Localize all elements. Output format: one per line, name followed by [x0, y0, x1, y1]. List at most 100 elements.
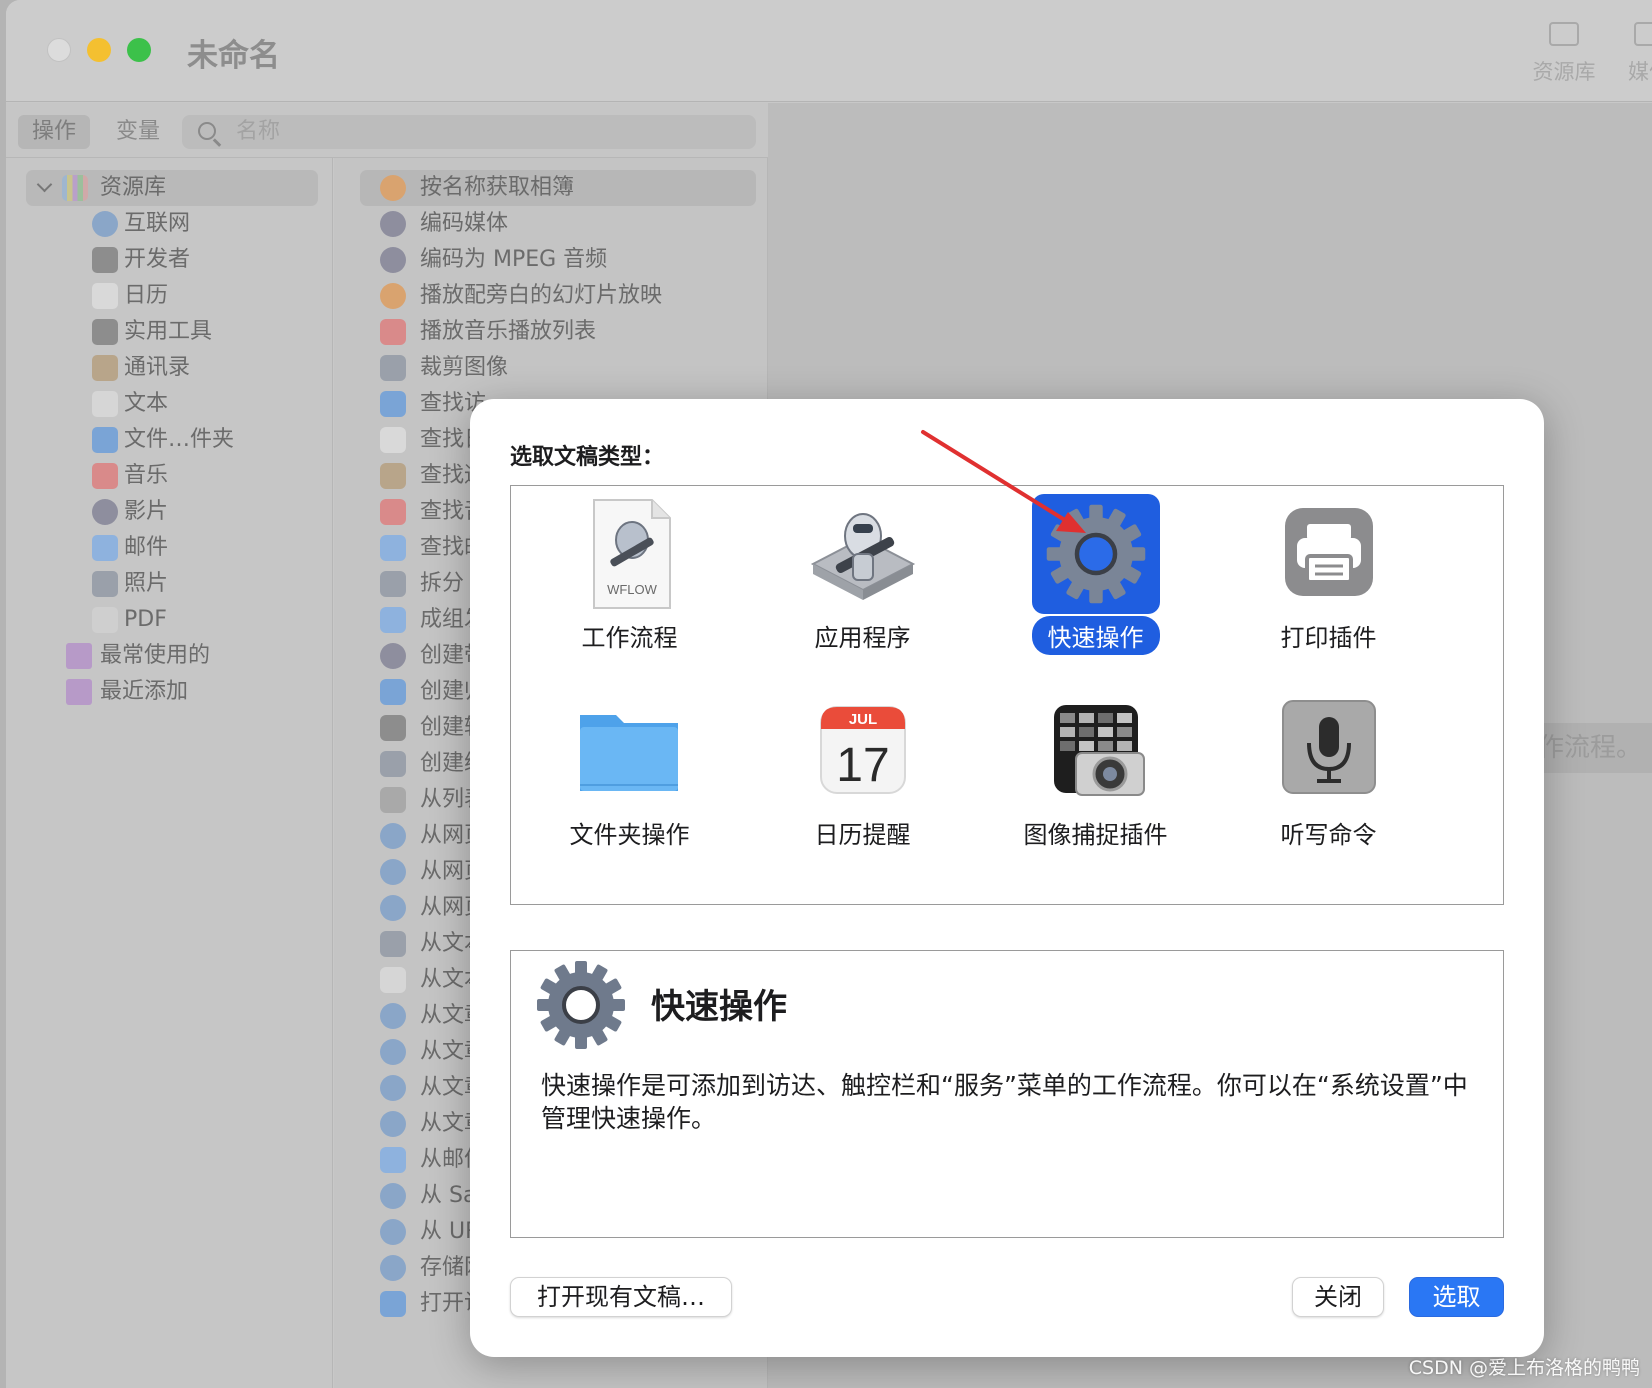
mail-icon	[92, 535, 118, 561]
sidebar-smart-group[interactable]: 最常使用的	[6, 638, 333, 674]
finder-icon	[380, 679, 406, 705]
library-sidebar: 资源库互联网开发者日历实用工具通讯录文本文件…件夹音乐影片邮件照片 PDF 最常使用…	[6, 158, 333, 1388]
mail-icon	[380, 607, 406, 633]
sidebar-item[interactable]: 文本	[6, 386, 333, 422]
workflow-file-icon: WFLOW	[592, 499, 671, 609]
preview-icon	[380, 751, 406, 777]
action-list-item[interactable]: 编码为 MPEG 音频	[334, 242, 768, 278]
tools-icon	[92, 319, 118, 345]
action-label: 播放配旁白的幻灯片放映	[420, 283, 663, 308]
media-icon	[1634, 22, 1652, 46]
quicktime-icon	[92, 499, 118, 525]
document-type-label: 图像捕捉插件	[1023, 821, 1168, 849]
action-list-item[interactable]: 播放音乐播放列表	[334, 314, 768, 350]
safari-icon	[380, 1255, 406, 1281]
document-type-label: 日历提醒	[814, 821, 911, 849]
calendar-icon	[92, 283, 118, 309]
sidebar-item-label: 照片	[124, 571, 169, 596]
action-list-item[interactable]: 按名称获取相簿	[360, 170, 756, 206]
zoom-window-button[interactable]	[127, 38, 151, 62]
chevron-down-icon[interactable]	[36, 176, 53, 193]
sidebar-item-label: 邮件	[124, 535, 169, 560]
library-toolbar-button[interactable]: 资源库	[1524, 22, 1604, 86]
sidebar-item[interactable]: 互联网	[6, 206, 333, 242]
document-type-option[interactable]: 文件夹操作	[507, 683, 752, 883]
sidebar-item-label: 通讯录	[124, 355, 191, 380]
smart-folder-icon	[66, 679, 92, 705]
music-icon	[92, 463, 118, 489]
finder-icon	[380, 391, 406, 417]
minimize-window-button[interactable]	[87, 38, 111, 62]
close-window-button[interactable]	[47, 38, 71, 62]
sidebar-item[interactable]: 影片	[6, 494, 333, 530]
watermark: CSDN @爱上布洛格的鸭鸭	[1408, 1357, 1640, 1379]
choose-button[interactable]: 选取	[1409, 1277, 1504, 1317]
action-label: 编码媒体	[420, 211, 509, 236]
media-toolbar-button[interactable]: 媒体	[1619, 22, 1652, 86]
document-type-option[interactable]: 快速操作	[973, 486, 1218, 686]
action-list-item[interactable]: 裁剪图像	[334, 350, 768, 386]
contacts-icon	[380, 463, 406, 489]
document-type-option[interactable]: 应用程序	[740, 486, 985, 686]
document-type-icon	[1265, 494, 1393, 614]
sidebar-item[interactable]: 照片	[6, 566, 333, 602]
document-type-sheet: 选取文稿类型： WFLOW 工作流程 应用程序 快速操作 打印插件文件夹操作 JUL 17 日…	[470, 399, 1544, 1357]
sidebar-item[interactable]: 邮件	[6, 530, 333, 566]
finder-icon	[380, 1291, 406, 1317]
sidebar-library-header[interactable]: 资源库	[26, 170, 318, 206]
sidebar-item-label: 实用工具	[124, 319, 213, 344]
sidebar-item-label: 影片	[124, 499, 169, 524]
action-label: 编码为 MPEG 音频	[420, 247, 608, 272]
gear-icon	[1046, 504, 1145, 604]
calendar-icon	[380, 427, 406, 453]
sidebar-item[interactable]: 文件…件夹	[6, 422, 333, 458]
media-toolbar-label: 媒体	[1628, 60, 1652, 84]
close-button[interactable]: 关闭	[1292, 1277, 1384, 1317]
tab-actions[interactable]: 操作	[18, 115, 91, 149]
sidebar-item[interactable]: PDF	[6, 602, 333, 638]
globe-icon	[92, 211, 118, 237]
search-input[interactable]: 名称	[182, 115, 756, 149]
library-tabs-bar: 操作 变量 名称	[6, 103, 768, 158]
sidebar-smart-group-label: 最近添加	[100, 679, 189, 704]
preview-icon	[380, 571, 406, 597]
sidebar-item[interactable]: 开发者	[6, 242, 333, 278]
sidebar-item[interactable]: 日历	[6, 278, 333, 314]
text-icon	[380, 967, 406, 993]
contacts-icon	[92, 355, 118, 381]
tab-variables[interactable]: 变量	[102, 115, 174, 149]
sidebar-item-label: 开发者	[124, 247, 191, 272]
mail-icon	[380, 1147, 406, 1173]
search-icon	[198, 122, 216, 140]
pdf-icon	[92, 607, 118, 633]
document-type-icon: JUL 17	[799, 691, 927, 811]
document-type-option[interactable]: 听写命令	[1206, 683, 1451, 883]
sidebar-smart-group[interactable]: 最近添加	[6, 674, 333, 710]
sidebar-item-label: 互联网	[124, 211, 191, 236]
music-icon	[380, 499, 406, 525]
document-type-option[interactable]: JUL 17 日历提醒	[740, 683, 985, 883]
quicktime-icon	[380, 247, 406, 273]
sheet-title: 选取文稿类型：	[510, 445, 665, 470]
smart-folder-icon	[66, 643, 92, 669]
sidebar-item[interactable]: 音乐	[6, 458, 333, 494]
action-list-item[interactable]: 编码媒体	[334, 206, 768, 242]
photos-icon	[380, 283, 406, 309]
sidebar-item-label: 文本	[124, 391, 169, 416]
preview-icon	[380, 355, 406, 381]
sidebar-item[interactable]: 实用工具	[6, 314, 333, 350]
document-type-option[interactable]: 图像捕捉插件	[973, 683, 1218, 883]
action-list-item[interactable]: 播放配旁白的幻灯片放映	[334, 278, 768, 314]
title-bar: 未命名 资源库 媒体	[6, 0, 1652, 102]
safari-icon	[380, 823, 406, 849]
safari-icon	[380, 1111, 406, 1137]
sidebar-item[interactable]: 通讯录	[6, 350, 333, 386]
document-type-label: 工作流程	[581, 624, 678, 652]
open-existing-button[interactable]: 打开现有文稿…	[510, 1277, 732, 1317]
document-type-option[interactable]: 打印插件	[1206, 486, 1451, 686]
sidebar-item-label: 音乐	[124, 463, 169, 488]
document-type-icon	[1031, 494, 1160, 614]
action-label: 按名称获取相簿	[420, 175, 575, 200]
document-type-option[interactable]: WFLOW 工作流程	[507, 486, 752, 686]
mail-icon	[380, 535, 406, 561]
